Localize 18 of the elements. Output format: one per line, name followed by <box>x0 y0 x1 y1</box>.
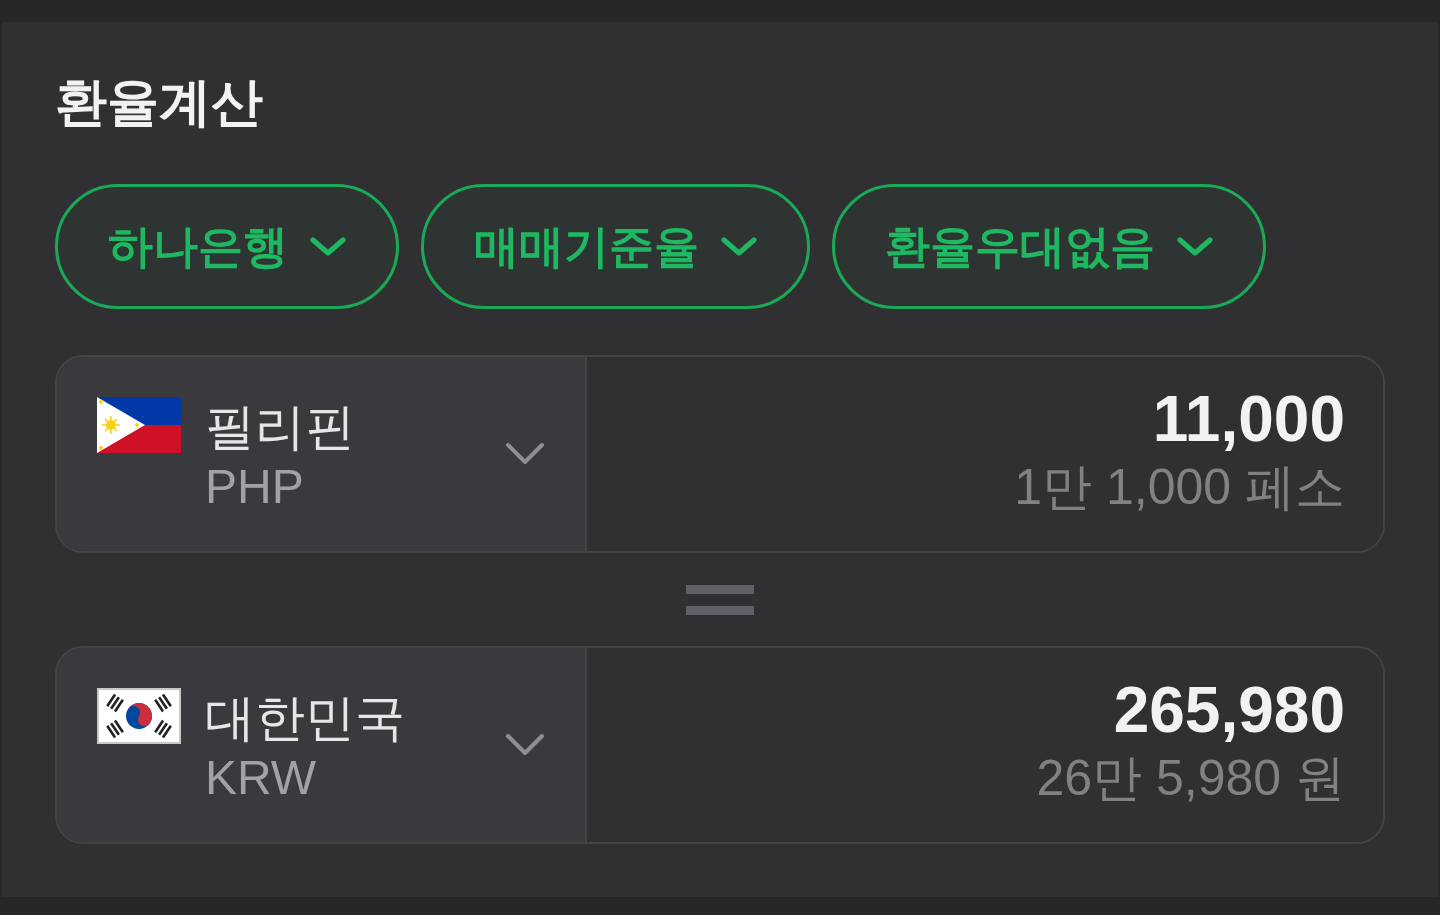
chevron-down-icon <box>505 733 545 757</box>
chevron-down-icon <box>1177 236 1213 257</box>
chevron-down-icon <box>505 442 545 466</box>
filter-dropdown[interactable]: 환율우대없음 <box>832 184 1266 309</box>
filter-dropdown[interactable]: 하나은행 <box>55 184 399 309</box>
korea-flag-icon <box>97 688 181 744</box>
amount-in-words: 26만 5,980 원 <box>1036 749 1345 808</box>
philippines-flag-icon <box>97 397 181 453</box>
equals-icon <box>686 584 754 615</box>
amount-text: 11,000 <box>1152 382 1345 457</box>
currency-select[interactable]: 필리핀 PHP <box>57 357 587 551</box>
amount-in-words: 1만 1,000 페소 <box>1014 458 1345 517</box>
page-title: 환율계산 <box>55 72 263 133</box>
filter-dropdown[interactable]: 매매기준율 <box>421 184 810 309</box>
amount-text: 265,980 <box>1113 673 1345 748</box>
chevron-down-icon <box>721 236 757 257</box>
currency-select[interactable]: 대한민국 KRW <box>57 648 587 842</box>
chevron-down-icon <box>310 236 346 257</box>
